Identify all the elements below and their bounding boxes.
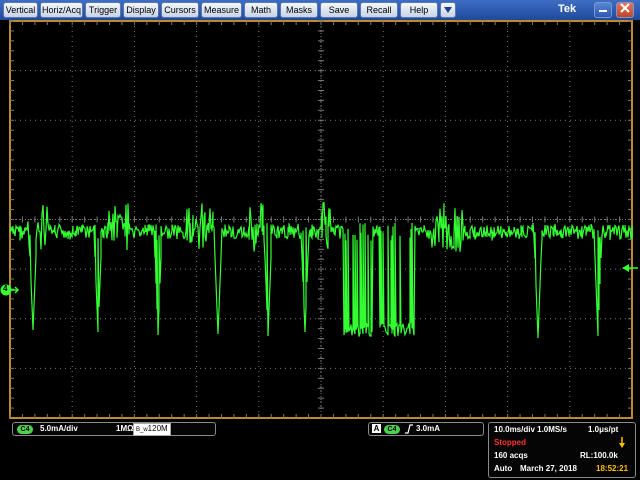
bandwidth-limit: B_w120M — [133, 423, 171, 436]
menu-save[interactable]: Save — [320, 2, 358, 18]
single-seq-icon — [619, 437, 625, 448]
menu-recall[interactable]: Recall — [360, 2, 398, 18]
channel-badge: C4 — [17, 425, 33, 434]
menu-measure[interactable]: Measure — [201, 2, 242, 18]
menu-bar: Vertical Horiz/Acq Trigger Display Curso… — [0, 0, 640, 20]
menu-masks[interactable]: Masks — [280, 2, 318, 18]
date: March 27, 2018 — [520, 464, 577, 473]
time-resolution: 1.0μs/pt — [588, 425, 619, 434]
channel-4-marker-label: 4 — [3, 284, 8, 293]
trigger-source-badge: C4 — [384, 425, 400, 434]
trigger-mode: Auto — [494, 464, 513, 473]
channel-4-marker[interactable]: 4 — [0, 283, 20, 297]
bandwidth-value: 120M — [147, 424, 168, 433]
trigger-level: 3.0mA — [416, 424, 441, 433]
brand-label: Tek — [558, 3, 577, 15]
channel-scale: 5.0mA/div — [40, 424, 78, 433]
channel-impedance: 1MΩ — [116, 424, 134, 433]
menu-math[interactable]: Math — [244, 2, 278, 18]
time: 18:52:21 — [596, 464, 629, 473]
minimize-button[interactable] — [594, 2, 612, 18]
menu-display[interactable]: Display — [123, 2, 159, 18]
menu-help[interactable]: Help — [400, 2, 438, 18]
menu-horiz-acq[interactable]: Horiz/Acq — [40, 2, 83, 18]
record-length: RL:100.0k — [580, 451, 618, 460]
graticule — [9, 20, 633, 419]
trigger-mode-badge: A — [372, 424, 381, 433]
menu-cursors[interactable]: Cursors — [161, 2, 199, 18]
close-icon — [620, 3, 630, 13]
close-button[interactable] — [616, 2, 634, 18]
waveform-display[interactable]: 4 — [0, 20, 640, 420]
trigger-level-marker[interactable] — [621, 260, 639, 272]
rising-edge-icon — [405, 424, 413, 434]
menu-vertical[interactable]: Vertical — [3, 2, 38, 18]
minimize-icon — [599, 10, 607, 12]
triangle-down-icon — [444, 7, 452, 13]
menu-trigger[interactable]: Trigger — [85, 2, 121, 18]
trigger-level-arrow-icon — [622, 264, 638, 272]
bandwidth-prefix: B_w — [136, 427, 148, 433]
acquisition-count: 160 acqs — [494, 451, 528, 460]
timebase: 10.0ms/div 1.0MS/s — [494, 425, 567, 434]
acquisition-state: Stopped — [494, 438, 526, 447]
menu-dropdown-button[interactable] — [440, 2, 456, 18]
